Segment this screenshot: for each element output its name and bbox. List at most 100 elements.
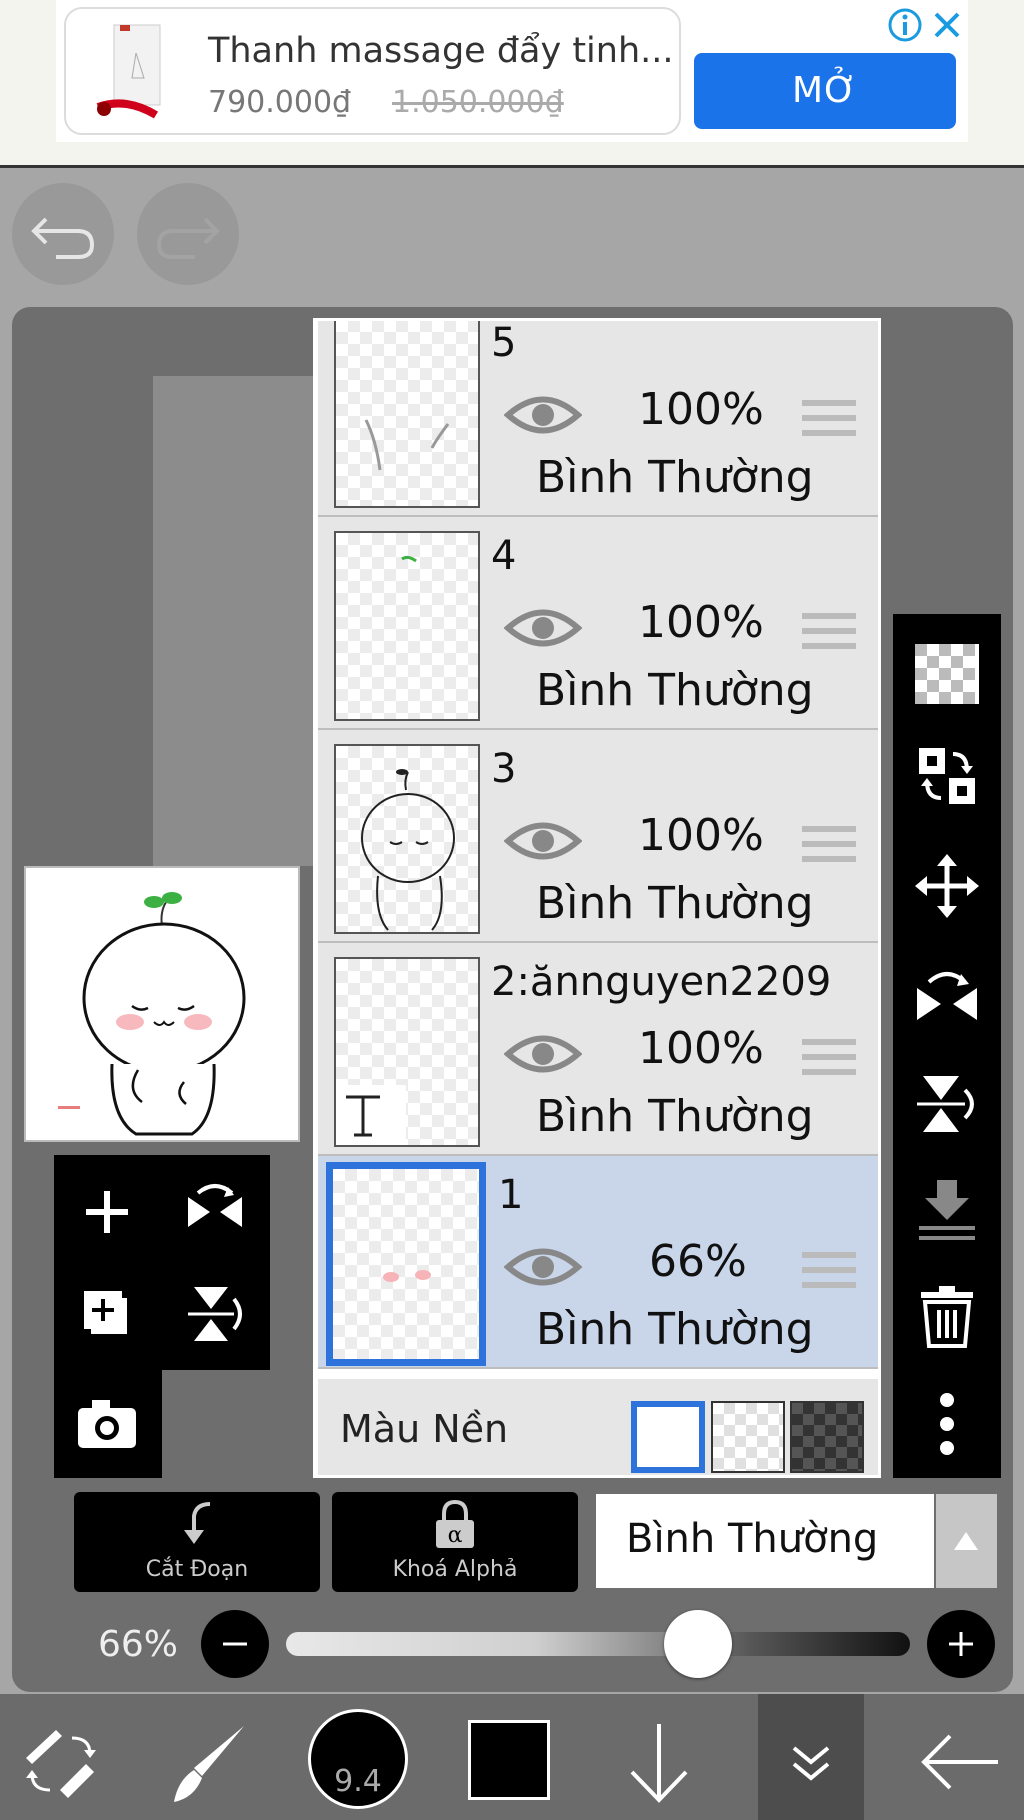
- undo-button[interactable]: [12, 183, 114, 285]
- ad-title: Thanh massage đẩy tinh...: [208, 31, 674, 71]
- add-layer-icon[interactable]: [72, 1177, 142, 1247]
- visibility-eye-icon[interactable]: [504, 1242, 582, 1292]
- svg-text:α: α: [448, 1523, 463, 1548]
- clipping-button[interactable]: Cắt Đoạn: [74, 1492, 320, 1592]
- bottom-toolbar: 9.4: [0, 1694, 1024, 1820]
- layer-thumbnail: [326, 1162, 486, 1366]
- layer-blend-mode: Bình Thường: [536, 452, 814, 503]
- plus-icon: [949, 1632, 973, 1656]
- layer-row[interactable]: 3 100% Bình Thường: [318, 730, 878, 943]
- layer-thumbnail: [334, 957, 480, 1147]
- trash-icon[interactable]: [913, 1282, 981, 1350]
- minus-icon: [223, 1642, 247, 1646]
- merge-down-icon[interactable]: [913, 1176, 981, 1244]
- layer-name: 4: [491, 533, 517, 579]
- layer-name: 5: [491, 320, 517, 366]
- canvas-region: [153, 376, 313, 866]
- opacity-decrease-button[interactable]: [201, 1610, 269, 1678]
- brush-size-button[interactable]: 9.4: [308, 1709, 408, 1809]
- brush-icon[interactable]: [164, 1718, 254, 1808]
- layer-thumbnail: [334, 531, 480, 721]
- layer-opacity: 100%: [638, 1023, 764, 1074]
- ad-price: 790.000₫: [208, 85, 352, 120]
- layer-thumbnail: [334, 321, 480, 508]
- visibility-eye-icon[interactable]: [504, 816, 582, 866]
- visibility-eye-icon[interactable]: [504, 390, 582, 440]
- background-white-swatch[interactable]: [631, 1401, 705, 1473]
- background-color-label: Màu Nền: [340, 1407, 509, 1451]
- right-toolbar: [893, 614, 1001, 1478]
- camera-icon[interactable]: [72, 1388, 142, 1458]
- clip-arrow-icon: [184, 1502, 211, 1544]
- layer-name: 1: [498, 1172, 524, 1218]
- flip-vertical-icon[interactable]: [180, 1279, 250, 1349]
- background-transparent-swatch[interactable]: [711, 1401, 785, 1473]
- layer-name: 3: [491, 746, 517, 792]
- alpha-lock-label: Khoá Alphả: [392, 1557, 518, 1582]
- ad-banner: Thanh massage đẩy tinh... 790.000₫ 1.050…: [0, 0, 1024, 168]
- triangle-up-icon: [954, 1532, 978, 1550]
- close-icon[interactable]: [928, 6, 966, 44]
- layer-blend-mode: Bình Thường: [536, 1304, 814, 1355]
- opacity-slider-thumb[interactable]: [663, 1610, 732, 1678]
- ad-open-button[interactable]: MỞ: [694, 53, 956, 129]
- product-image: [96, 24, 161, 119]
- swap-layers-icon[interactable]: [913, 742, 981, 810]
- info-icon[interactable]: [886, 6, 924, 44]
- blend-mode-value: Bình Thường: [626, 1516, 879, 1562]
- layer-opacity: 100%: [638, 384, 764, 435]
- camera-panel: [54, 1368, 162, 1478]
- layer-blend-mode: Bình Thường: [536, 665, 814, 716]
- drag-handle-icon[interactable]: [802, 396, 856, 440]
- background-dark-swatch[interactable]: [790, 1401, 864, 1473]
- character-drawing: [58, 892, 246, 1136]
- undo-icon: [31, 217, 95, 259]
- opacity-slider-track[interactable]: [286, 1632, 910, 1656]
- back-arrow-icon[interactable]: [914, 1718, 1004, 1808]
- more-options-icon[interactable]: [913, 1390, 981, 1458]
- layers-button[interactable]: [758, 1694, 864, 1820]
- ad-card[interactable]: Thanh massage đẩy tinh... 790.000₫ 1.050…: [64, 7, 681, 135]
- brush-size-value: 9.4: [334, 1764, 382, 1799]
- layer-thumbnail: [334, 744, 480, 934]
- layer-row[interactable]: 5 100% Bình Thường: [318, 320, 878, 517]
- layer-name: 2:ănnguyen2209: [491, 959, 832, 1005]
- ad-old-price: 1.050.000₫: [392, 85, 564, 120]
- drag-handle-icon[interactable]: [802, 1248, 856, 1292]
- layer-opacity: 66%: [649, 1236, 747, 1287]
- flip-horizontal-icon[interactable]: [913, 964, 981, 1032]
- ad-container: Thanh massage đẩy tinh... 790.000₫ 1.050…: [56, 0, 968, 142]
- layer-opacity: 100%: [638, 597, 764, 648]
- drag-handle-icon[interactable]: [802, 1035, 856, 1079]
- layer-blend-mode: Bình Thường: [536, 878, 814, 929]
- redo-icon: [156, 217, 220, 259]
- blend-mode-dropdown-button[interactable]: [936, 1494, 997, 1588]
- layers-panel: 5 100% Bình Thường 4 100% Bình Thường 3 …: [313, 318, 881, 1478]
- checkerboard-icon[interactable]: [913, 638, 981, 706]
- flip-vertical-icon[interactable]: [913, 1070, 981, 1138]
- canvas-preview: [24, 866, 300, 1142]
- color-swatch[interactable]: [468, 1720, 550, 1800]
- lock-icon: α: [436, 1500, 474, 1548]
- layer-actions-panel: [54, 1155, 270, 1370]
- drag-handle-icon[interactable]: [802, 609, 856, 653]
- layer-row[interactable]: 4 100% Bình Thường: [318, 517, 878, 730]
- clipping-label: Cắt Đoạn: [145, 1557, 249, 1582]
- layer-blend-mode: Bình Thường: [536, 1091, 814, 1142]
- blend-mode-select[interactable]: Bình Thường: [596, 1494, 934, 1588]
- redo-button[interactable]: [137, 183, 239, 285]
- opacity-increase-button[interactable]: [927, 1610, 995, 1678]
- flip-horizontal-icon[interactable]: [180, 1177, 250, 1247]
- visibility-eye-icon[interactable]: [504, 603, 582, 653]
- move-icon[interactable]: [913, 852, 981, 920]
- drag-handle-icon[interactable]: [802, 822, 856, 866]
- visibility-eye-icon[interactable]: [504, 1029, 582, 1079]
- layer-row[interactable]: 2:ănnguyen2209 100% Bình Thường: [318, 943, 878, 1156]
- arrow-down-icon[interactable]: [614, 1718, 704, 1808]
- duplicate-layer-icon[interactable]: [72, 1279, 142, 1349]
- layer-row-selected[interactable]: 1 66% Bình Thường: [318, 1156, 878, 1369]
- tool-switch-icon[interactable]: [16, 1718, 106, 1808]
- double-chevron-down-icon: [792, 1746, 830, 1781]
- background-color-row: Màu Nền: [318, 1379, 878, 1475]
- alpha-lock-button[interactable]: α Khoá Alphả: [332, 1492, 578, 1592]
